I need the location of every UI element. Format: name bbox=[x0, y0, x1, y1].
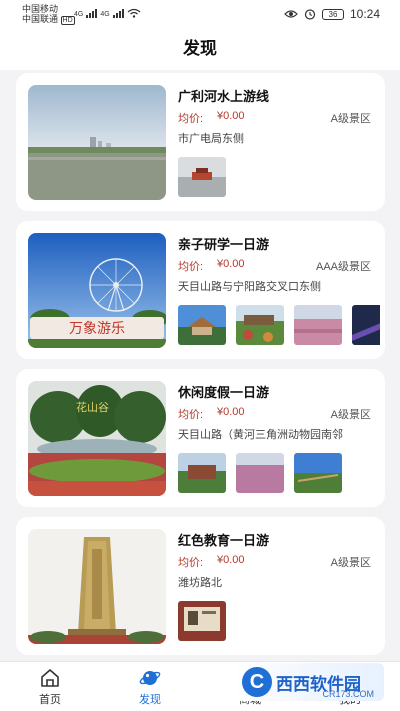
route-title: 休闲度假一日游 bbox=[178, 385, 270, 400]
price-label: 均价: bbox=[178, 113, 204, 125]
price-value: ¥0.00 bbox=[217, 110, 245, 122]
watermark: C 西西软件园 CR173.COM bbox=[234, 663, 384, 701]
route-title: 广利河水上游线 bbox=[178, 89, 270, 104]
thumbnail-night[interactable] bbox=[352, 305, 380, 345]
watermark-logo-icon: C bbox=[242, 667, 272, 697]
route-title: 红色教育一日游 bbox=[178, 533, 270, 548]
battery-icon: 36 bbox=[321, 8, 344, 20]
route-photo-ferris-wheel: 万象游乐 bbox=[28, 233, 166, 348]
network-1-label: 4G bbox=[74, 11, 84, 18]
route-card[interactable]: 广利河水上游线 均价: ¥0.00 A级景区 市广电局东侧 bbox=[16, 73, 385, 211]
route-address: 天目山路（黄河三角洲动物园南邻 bbox=[178, 429, 343, 441]
route-title: 亲子研学一日游 bbox=[178, 237, 270, 252]
scenic-level: A级景区 bbox=[330, 557, 371, 569]
status-bar: 中国移动 中国联通 HD 4G 4G 36 10:24 bbox=[0, 0, 400, 30]
photo-sign-text: 万象游乐 bbox=[69, 321, 125, 337]
thumbnail-strip[interactable] bbox=[178, 157, 380, 199]
thumbnail-gate[interactable] bbox=[178, 453, 226, 493]
tab-home[interactable]: 首页 bbox=[0, 662, 100, 711]
planet-icon bbox=[139, 671, 161, 685]
price-label: 均价: bbox=[178, 557, 204, 569]
signal-icon bbox=[86, 9, 98, 18]
route-photo-river bbox=[28, 85, 166, 200]
price-value: ¥0.00 bbox=[217, 554, 245, 566]
route-address: 天目山路与宁阳路交叉口东侧 bbox=[178, 281, 321, 293]
thumbnail-boat[interactable] bbox=[178, 157, 226, 197]
signal-icons: 4G 4G bbox=[74, 8, 141, 18]
home-icon bbox=[41, 669, 59, 687]
route-card[interactable]: 红色教育一日游 均价: ¥0.00 A级景区 潍坊路北 bbox=[16, 517, 385, 655]
network-2-label: 4G bbox=[100, 11, 110, 18]
carrier-2: 中国联通 bbox=[22, 14, 59, 24]
thumbnail-strip[interactable] bbox=[178, 305, 380, 347]
scenic-level: A级景区 bbox=[330, 113, 371, 125]
wifi-icon bbox=[127, 8, 141, 18]
watermark-url: CR173.COM bbox=[322, 689, 374, 699]
thumbnail-exhibit[interactable] bbox=[178, 601, 226, 641]
scenic-level: AAA级景区 bbox=[315, 261, 371, 273]
eye-icon bbox=[284, 10, 298, 18]
route-photo-monument bbox=[28, 529, 166, 644]
price-label: 均价: bbox=[178, 409, 204, 421]
carrier-1: 中国移动 bbox=[22, 4, 59, 14]
scenic-level: A级景区 bbox=[330, 409, 371, 421]
route-card[interactable]: 万象游乐 亲子研学一日游 均价: ¥0.00 AAA级景区 天目山路与宁阳路交叉… bbox=[16, 221, 385, 359]
thumbnail-strip[interactable] bbox=[178, 453, 380, 495]
carrier-info: 中国移动 中国联通 HD bbox=[22, 4, 75, 26]
route-address: 市广电局东侧 bbox=[178, 133, 244, 145]
page-title: 发现 bbox=[0, 30, 400, 70]
price-value: ¥0.00 bbox=[217, 258, 245, 270]
route-address: 潍坊路北 bbox=[178, 577, 222, 589]
tab-home-label: 首页 bbox=[39, 694, 61, 706]
route-photo-flower-valley: 花山谷 bbox=[28, 381, 166, 496]
thumbnail-wetland[interactable] bbox=[294, 453, 342, 493]
tab-discover-label: 发现 bbox=[139, 694, 161, 706]
signal-icon-2 bbox=[112, 9, 124, 18]
clock: 10:24 bbox=[349, 7, 380, 21]
thumbnail-flower-field[interactable] bbox=[294, 305, 342, 345]
thumbnail-pavilion[interactable] bbox=[178, 305, 226, 345]
alarm-icon bbox=[304, 9, 316, 20]
route-card[interactable]: 花山谷 休闲度假一日游 均价: ¥0.00 A级景区 天目山路（黄河三角洲动物园… bbox=[16, 369, 385, 507]
hd-badge: HD bbox=[60, 16, 75, 25]
tab-discover[interactable]: 发现 bbox=[100, 662, 200, 711]
photo-sign-text: 花山谷 bbox=[76, 401, 109, 414]
thumbnail-strip[interactable] bbox=[178, 601, 380, 643]
thumbnail-garden[interactable] bbox=[236, 305, 284, 345]
price-value: ¥0.00 bbox=[217, 406, 245, 418]
price-label: 均价: bbox=[178, 261, 204, 273]
thumbnail-lavender[interactable] bbox=[236, 453, 284, 493]
status-right: 36 10:24 bbox=[284, 7, 380, 21]
